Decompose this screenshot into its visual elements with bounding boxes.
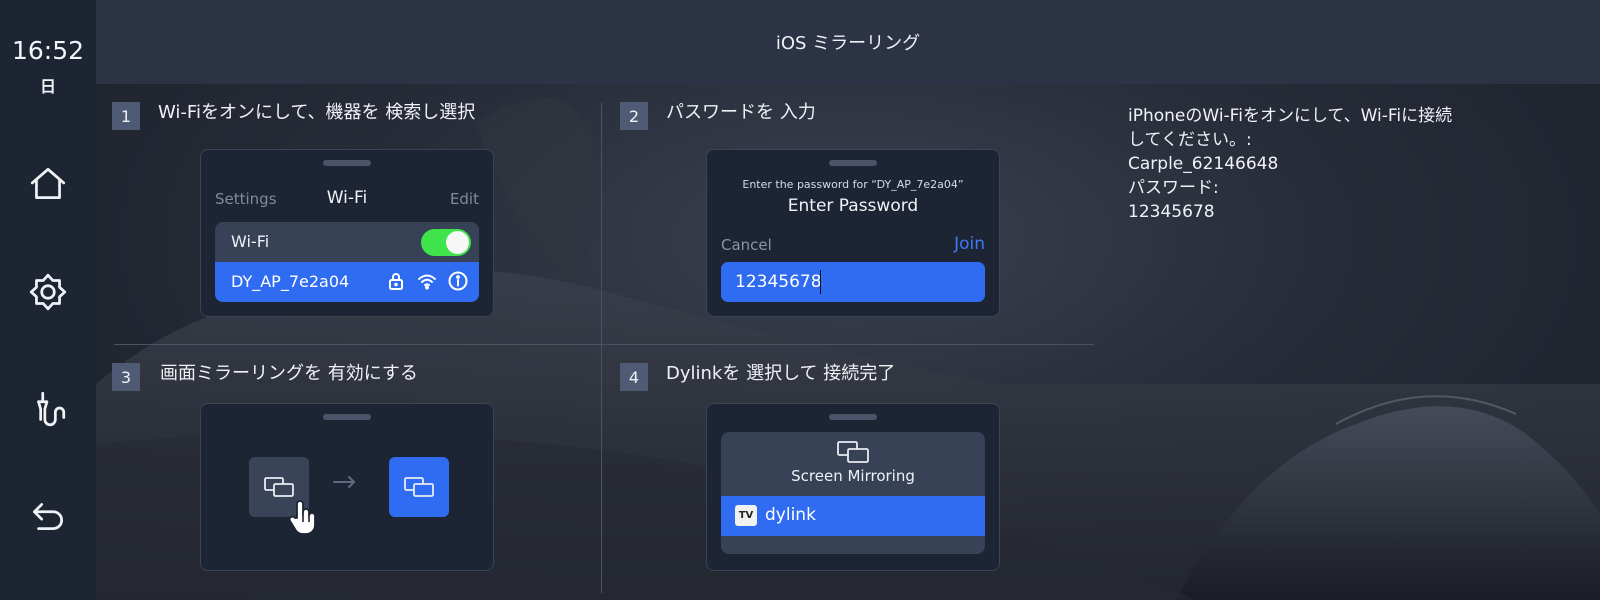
step-4-number: 4: [620, 363, 648, 391]
step-1-title: Wi-Fiをオンにして、機器を 検索し選択: [158, 102, 476, 123]
step-3-number: 3: [112, 363, 140, 391]
clock-day: 日: [39, 77, 56, 96]
side-rail: 16:52 日: [0, 0, 96, 600]
password-dialog-title: Enter Password: [787, 196, 919, 216]
page-title: iOS ミラーリング: [775, 33, 921, 54]
device-name: dylink: [765, 505, 816, 525]
wifi-signal-icon: [418, 274, 436, 290]
sheet-grabber: [323, 160, 371, 166]
hvac-button[interactable]: [18, 378, 78, 438]
info-password-label: パスワード:: [1128, 178, 1219, 198]
step-3-title: 画面ミラーリングを 有効にする: [160, 363, 418, 384]
step-2-number: 2: [620, 102, 648, 130]
cancel-button[interactable]: Cancel: [721, 236, 772, 254]
hvac-icon: [37, 391, 66, 427]
screen-mirroring-icon: [264, 477, 294, 497]
grid-divider-vertical: [601, 103, 602, 593]
password-field[interactable]: [721, 262, 985, 302]
step-4-title: Dylinkを 選択して 接続完了: [666, 363, 896, 384]
step-4-device-panel: Screen Mirroring TV dylink: [706, 403, 1000, 571]
step-1-wifi-panel: Settings Wi-Fi Edit Wi-Fi DY_AP_7e2a04: [200, 149, 494, 317]
brightness-icon: [29, 273, 67, 311]
wifi-list: Wi-Fi DY_AP_7e2a04: [215, 222, 479, 302]
screen-mirroring-icon: [404, 477, 434, 497]
back-icon: [32, 503, 63, 530]
info-icon[interactable]: [447, 270, 469, 292]
step-1-number: 1: [112, 102, 140, 130]
home-icon: [30, 167, 66, 200]
network-name: DY_AP_7e2a04: [231, 272, 350, 291]
page-header: iOS ミラーリング: [96, 0, 1600, 84]
password-hint: Enter the password for “DY_AP_7e2a04”: [742, 178, 964, 191]
info-instruction-line1: iPhoneのWi-Fiをオンにして、Wi-Fiに接続: [1128, 106, 1453, 126]
sheet-grabber: [829, 160, 877, 166]
grid-divider-horizontal: [114, 344, 1094, 345]
tv-icon: TV: [735, 505, 757, 526]
arrow-right-icon: [332, 474, 358, 493]
back-button[interactable]: [18, 486, 78, 546]
sheet-grabber: [829, 414, 877, 420]
tap-hand-icon: [287, 498, 321, 540]
sheet-grabber: [323, 414, 371, 420]
join-button[interactable]: Join: [954, 234, 985, 254]
screen-mirroring-icon: [837, 441, 869, 463]
mirroring-toggle-on[interactable]: [389, 457, 449, 517]
wifi-toggle[interactable]: [421, 229, 471, 256]
text-caret: [820, 270, 821, 294]
step-2-password-panel: Enter the password for “DY_AP_7e2a04” En…: [706, 149, 1000, 317]
info-password-value: 12345678: [1128, 202, 1215, 222]
wifi-toggle-row: Wi-Fi: [215, 222, 479, 262]
network-row[interactable]: DY_AP_7e2a04: [215, 262, 479, 302]
device-row[interactable]: TV dylink: [721, 496, 985, 536]
step-2-title: パスワードを 入力: [666, 102, 816, 123]
connection-info: iPhoneのWi-Fiをオンにして、Wi-Fiに接続 してください。: Car…: [1128, 104, 1548, 224]
screen-mirroring-label: Screen Mirroring: [791, 467, 915, 485]
edit-link[interactable]: Edit: [450, 190, 479, 208]
clock-time: 16:52: [11, 36, 85, 65]
wifi-toggle-label: Wi-Fi: [231, 232, 270, 251]
home-button[interactable]: [18, 154, 78, 214]
info-instruction-line2: してください。:: [1128, 130, 1252, 150]
lock-icon: [389, 273, 403, 290]
screen-mirroring-list: Screen Mirroring TV dylink: [721, 432, 985, 554]
brightness-button[interactable]: [18, 262, 78, 322]
info-ssid: Carple_62146648: [1128, 154, 1279, 174]
step-3-mirroring-panel: [200, 403, 494, 571]
